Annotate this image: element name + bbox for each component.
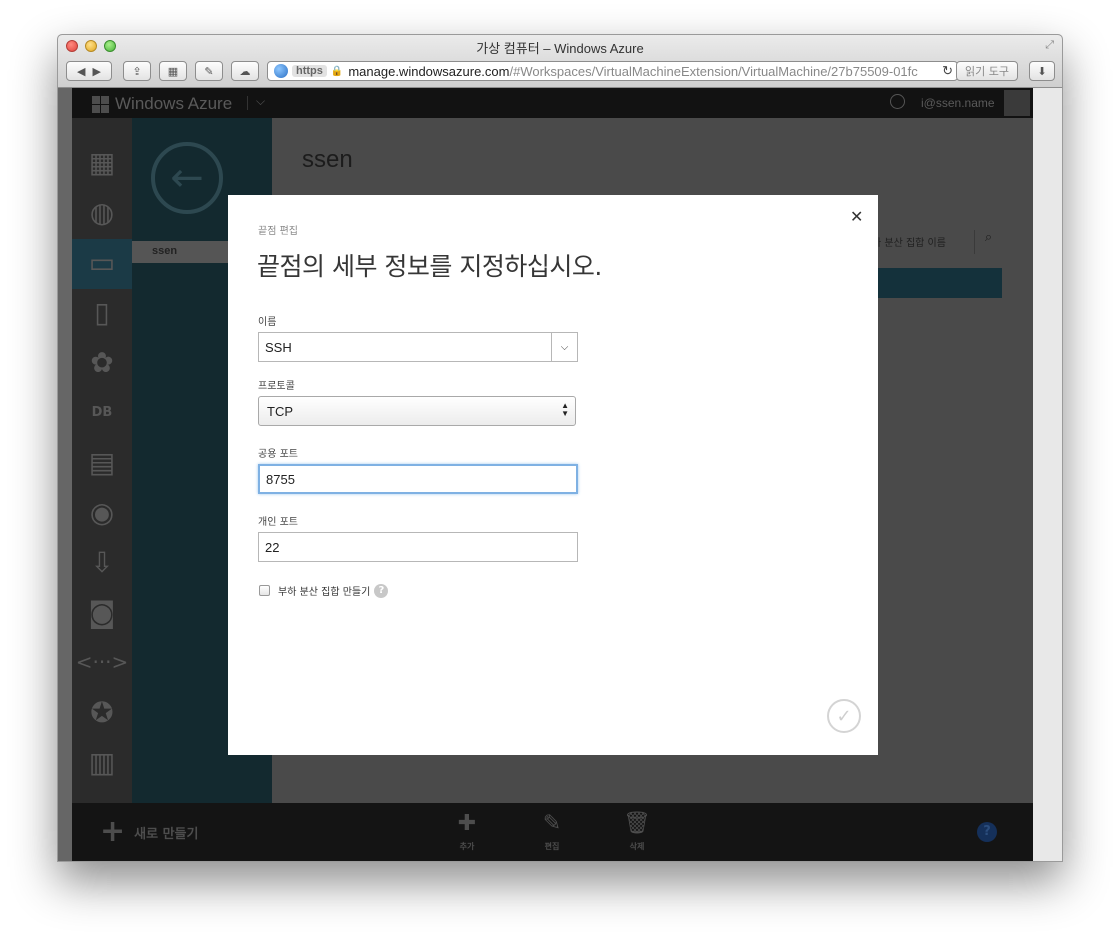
trash-icon: 🗑 <box>623 811 651 836</box>
private-port-value: 22 <box>265 539 280 555</box>
portal-topbar: Windows Azure ⌵ i@ssen.name <box>72 88 1033 118</box>
storage-icon[interactable]: ▤ <box>84 444 120 480</box>
avatar[interactable] <box>1004 90 1030 116</box>
help-icon[interactable]: ? <box>977 822 997 842</box>
icloud-button[interactable]: ☁ <box>231 61 259 81</box>
hdinsight-icon[interactable]: ◙ <box>84 594 120 630</box>
public-port-label: 공용 포트 <box>258 449 298 460</box>
close-icon[interactable]: ✕ <box>850 207 863 226</box>
top-sites-button[interactable]: ▦ <box>159 61 187 81</box>
windows-flag-icon <box>92 95 109 113</box>
back-forward-buttons[interactable]: ◀ ▶ <box>66 61 112 81</box>
edit-command[interactable]: ✎ 편집 <box>527 811 577 852</box>
share-icon: ⇪ <box>132 64 142 78</box>
download-icon: ⬇ <box>1037 64 1047 78</box>
name-value: SSH <box>265 339 292 355</box>
help-icon[interactable]: ? <box>374 583 389 598</box>
traffic-manager-icon[interactable]: ✪ <box>84 694 120 730</box>
delete-command[interactable]: 🗑 삭제 <box>612 811 662 852</box>
add-command[interactable]: ✚ 추가 <box>442 811 492 852</box>
management-services-icon[interactable]: ▥ <box>84 744 120 780</box>
grid-icon: ▦ <box>167 64 179 78</box>
service-nav: ▦ ◍ ▭ ▯ ✿ DB ▤ ◉ ⇩ ◙ <···> ✪ ▥ <box>72 118 132 803</box>
reload-icon[interactable]: ↻ <box>939 63 953 79</box>
networks-icon[interactable]: <···> <box>76 644 129 680</box>
downloads-button[interactable]: ⬇ <box>1029 61 1055 81</box>
media-services-icon[interactable]: ◉ <box>84 494 120 530</box>
load-balance-row: 부하 분산 집합 만들기 ? <box>259 583 389 598</box>
new-button[interactable]: + 새로 만들기 <box>100 814 199 849</box>
sql-databases-icon[interactable]: DB <box>84 394 120 430</box>
language-globe-icon[interactable] <box>890 94 905 109</box>
private-port-label: 개인 포트 <box>258 517 298 528</box>
delete-label: 삭제 <box>629 842 645 851</box>
browser-chrome: 가상 컴퓨터 – Windows Azure ⤢ ◀ ▶ ⇪ ▦ ✎ ☁ htt… <box>58 35 1062 88</box>
dialog-title: 끝점의 세부 정보를 지정하십시오. <box>257 252 602 281</box>
fullscreen-icon[interactable]: ⤢ <box>1045 38 1054 52</box>
lock-icon: 🔒 <box>330 65 344 77</box>
tools-button[interactable]: ✎ <box>195 61 223 81</box>
pencil-icon: ✎ <box>542 811 562 836</box>
page-left-edge <box>58 88 72 861</box>
service-bus-icon[interactable]: ⇩ <box>84 544 120 580</box>
search-icon[interactable]: ⌕ <box>974 230 1002 254</box>
load-balance-label[interactable]: 부하 분산 집합 만들기 <box>278 583 370 598</box>
protocol-value: TCP <box>267 403 293 419</box>
cloud-icon: ☁ <box>239 64 251 78</box>
public-port-value: 8755 <box>266 471 295 487</box>
name-label: 이름 <box>258 317 277 328</box>
page-title: ssen <box>302 146 353 173</box>
virtual-machines-icon[interactable]: ▭ <box>84 244 120 280</box>
table-row-selected[interactable] <box>872 268 1002 298</box>
add-label: 추가 <box>459 842 475 851</box>
user-email[interactable]: i@ssen.name <box>921 96 995 110</box>
wrench-icon: ✎ <box>204 64 214 78</box>
web-sites-icon[interactable]: ◍ <box>84 194 120 230</box>
cloud-services-icon[interactable]: ✿ <box>84 344 120 380</box>
load-balance-checkbox[interactable] <box>259 585 270 596</box>
new-label: 새로 만들기 <box>134 826 199 842</box>
checkmark-icon: ✓ <box>836 705 852 727</box>
window-title: 가상 컴퓨터 – Windows Azure <box>476 41 644 56</box>
edit-endpoint-dialog: ✕ 끝점 편집 끝점의 세부 정보를 지정하십시오. 이름 SSH ⌵ 프로토콜… <box>228 195 878 755</box>
forward-icon[interactable]: ▶ <box>93 65 101 78</box>
https-badge: https <box>292 65 327 77</box>
share-button[interactable]: ⇪ <box>123 61 151 81</box>
private-port-input[interactable]: 22 <box>258 532 578 562</box>
divider <box>247 96 248 110</box>
public-port-input[interactable]: 8755 <box>258 464 578 494</box>
azure-logo[interactable]: Windows Azure <box>92 94 232 114</box>
brand-name: Windows Azure <box>115 94 233 113</box>
all-items-icon[interactable]: ▦ <box>84 144 120 180</box>
back-icon[interactable]: ◀ <box>77 65 85 78</box>
protocol-label: 프로토콜 <box>258 381 295 392</box>
url-path: /#Workspaces/VirtualMachineExtension/Vir… <box>509 63 918 79</box>
mobile-services-icon[interactable]: ▯ <box>84 294 120 330</box>
search-placeholder[interactable]: 하 분산 집합 이름 <box>872 234 946 249</box>
command-bar: + 새로 만들기 ✚ 추가 ✎ 편집 🗑 삭제 ? <box>72 803 1033 861</box>
url-host: manage.windowsazure.com <box>348 63 510 79</box>
plus-icon: ✚ <box>457 811 477 836</box>
address-bar[interactable]: https 🔒 manage.windowsazure.com /#Worksp… <box>267 61 958 81</box>
globe-icon <box>274 64 288 78</box>
complete-button[interactable]: ✓ <box>827 699 861 733</box>
dialog-subtitle: 끝점 편집 <box>258 226 298 237</box>
plus-icon: + <box>100 814 126 849</box>
name-combobox[interactable]: SSH ⌵ <box>258 332 578 362</box>
chevron-down-icon[interactable]: ⌵ <box>551 333 577 361</box>
chevron-down-icon[interactable]: ⌵ <box>256 94 265 109</box>
edit-label: 편집 <box>544 842 560 851</box>
reader-button[interactable]: 읽기 도구 <box>956 61 1018 81</box>
protocol-select[interactable]: TCP ▲ ▼ <box>258 396 576 426</box>
page-right-edge <box>1033 88 1062 861</box>
back-arrow-icon[interactable]: ← <box>151 142 223 214</box>
updown-arrows-icon: ▲ ▼ <box>561 401 569 418</box>
